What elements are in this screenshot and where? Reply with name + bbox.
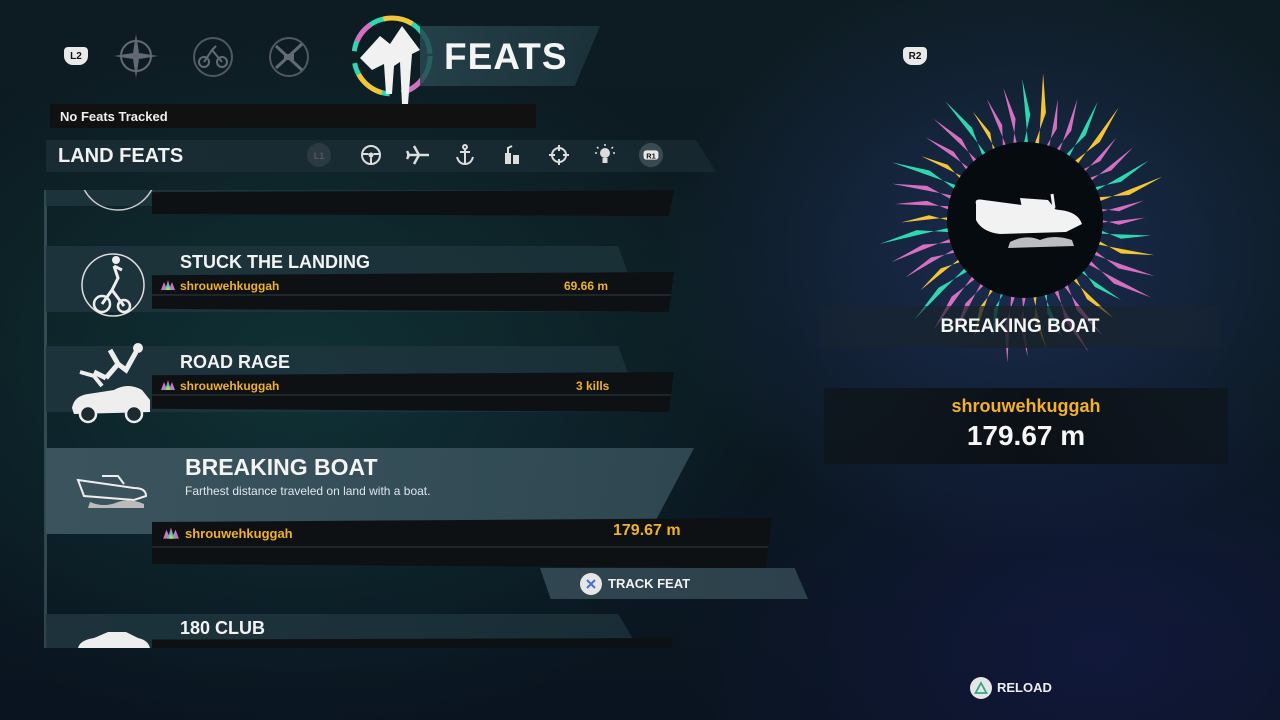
feat-description: Farthest distance traveled on land with … <box>185 484 431 498</box>
plane-icon[interactable] <box>405 142 431 168</box>
score-bar <box>152 190 674 216</box>
steering-wheel-icon[interactable] <box>358 142 384 168</box>
boat-icon <box>970 190 1090 255</box>
player-rank-icon <box>160 278 176 296</box>
player-name: shrouwehkuggah <box>185 526 293 541</box>
player-name: shrouwehkuggah <box>180 379 280 393</box>
l1-button-hint[interactable]: L1 <box>306 142 332 168</box>
lightbulb-icon[interactable] <box>592 142 618 168</box>
detail-player-name: shrouwehkuggah <box>951 396 1101 416</box>
detail-score: 179.67 m <box>966 420 1086 451</box>
l2-button-hint[interactable]: L2 <box>64 47 88 65</box>
feat-score: 69.66 m <box>564 279 609 293</box>
tracked-feats-bar: No Feats Tracked <box>50 104 536 128</box>
anchor-icon[interactable] <box>452 142 478 168</box>
car-icon <box>74 626 154 648</box>
bike-tab-icon[interactable] <box>190 34 236 85</box>
player-name: shrouwehkuggah <box>180 279 280 293</box>
r2-button-hint[interactable]: R2 <box>903 47 927 65</box>
feat-title: ROAD RAGE <box>180 352 291 372</box>
category-title: LAND FEATS <box>58 145 184 167</box>
player-rank-icon <box>162 526 180 545</box>
feat-title: BREAKING BOAT <box>185 454 378 480</box>
r1-button-hint[interactable]: R1 <box>638 142 664 168</box>
compass-icon[interactable] <box>112 32 160 85</box>
r1-label: R1 <box>646 151 655 160</box>
page-title: FEATS <box>444 36 568 77</box>
l1-label: L1 <box>314 151 325 161</box>
player-rank-icon <box>160 378 176 396</box>
cross-button-icon <box>580 573 602 595</box>
reload-button[interactable]: RELOAD <box>997 680 1052 695</box>
weapons-tab-icon[interactable] <box>266 34 312 85</box>
explosive-icon[interactable] <box>499 142 525 168</box>
feat-emblem-icon <box>78 190 158 221</box>
motorbike-rider-icon <box>78 248 148 327</box>
feat-title: STUCK THE LANDING <box>180 252 370 272</box>
crosshair-icon[interactable] <box>546 142 572 168</box>
feat-score: 3 kills <box>576 379 610 393</box>
detail-feat-title: BREAKING BOAT <box>940 316 1100 337</box>
feat-score: 179.67 m <box>613 522 681 539</box>
track-feat-label[interactable]: TRACK FEAT <box>608 576 690 591</box>
feat-title: 180 CLUB <box>180 618 266 638</box>
score-bar <box>152 638 674 648</box>
road-rage-icon <box>66 342 156 433</box>
triangle-button-icon <box>970 677 992 699</box>
boat-icon <box>74 466 150 515</box>
tracked-feats-label: No Feats Tracked <box>60 109 168 124</box>
